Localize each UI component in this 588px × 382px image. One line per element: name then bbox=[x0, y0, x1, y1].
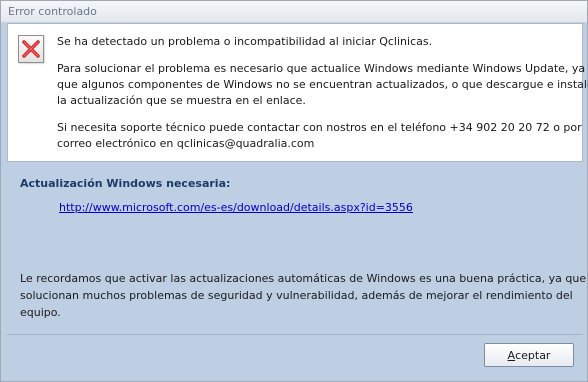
window-title: Error controlado bbox=[8, 5, 97, 18]
solution-line: Para solucionar el problema es necesario… bbox=[57, 62, 586, 75]
solution-line: que algunos componentes de Windows no se… bbox=[57, 78, 588, 91]
info-line: equipo. bbox=[20, 306, 61, 319]
info-line: solucionan muchos problemas de seguridad… bbox=[20, 289, 573, 302]
error-icon bbox=[18, 35, 44, 63]
update-heading: Actualización Windows necesaria: bbox=[20, 177, 231, 190]
support-line: Si necesita soporte técnico puede contac… bbox=[57, 121, 582, 134]
accept-label-rest: ceptar bbox=[515, 348, 551, 362]
support-paragraph: Si necesita soporte técnico puede contac… bbox=[57, 120, 582, 152]
info-line: Le recordamos que activar las actualizac… bbox=[20, 272, 588, 285]
support-line: correo electrónico en qclinicas@quadrali… bbox=[57, 137, 315, 150]
error-message-line: Se ha detectado un problema o incompatib… bbox=[57, 35, 433, 48]
footer-divider bbox=[7, 334, 583, 335]
error-dialog: Error controlado Se ha detectado un prob… bbox=[0, 0, 588, 382]
info-paragraph: Le recordamos que activar las actualizac… bbox=[20, 270, 588, 321]
accept-button[interactable]: Aceptar bbox=[484, 343, 574, 367]
title-bar[interactable]: Error controlado bbox=[1, 1, 587, 23]
solution-paragraph: Para solucionar el problema es necesario… bbox=[57, 61, 588, 109]
update-download-link[interactable]: http://www.microsoft.com/es-es/download/… bbox=[59, 201, 413, 214]
accept-mnemonic: A bbox=[507, 348, 516, 362]
solution-line: la actualización que se muestra en el en… bbox=[57, 94, 306, 107]
message-panel: Se ha detectado un problema o incompatib… bbox=[7, 23, 588, 162]
